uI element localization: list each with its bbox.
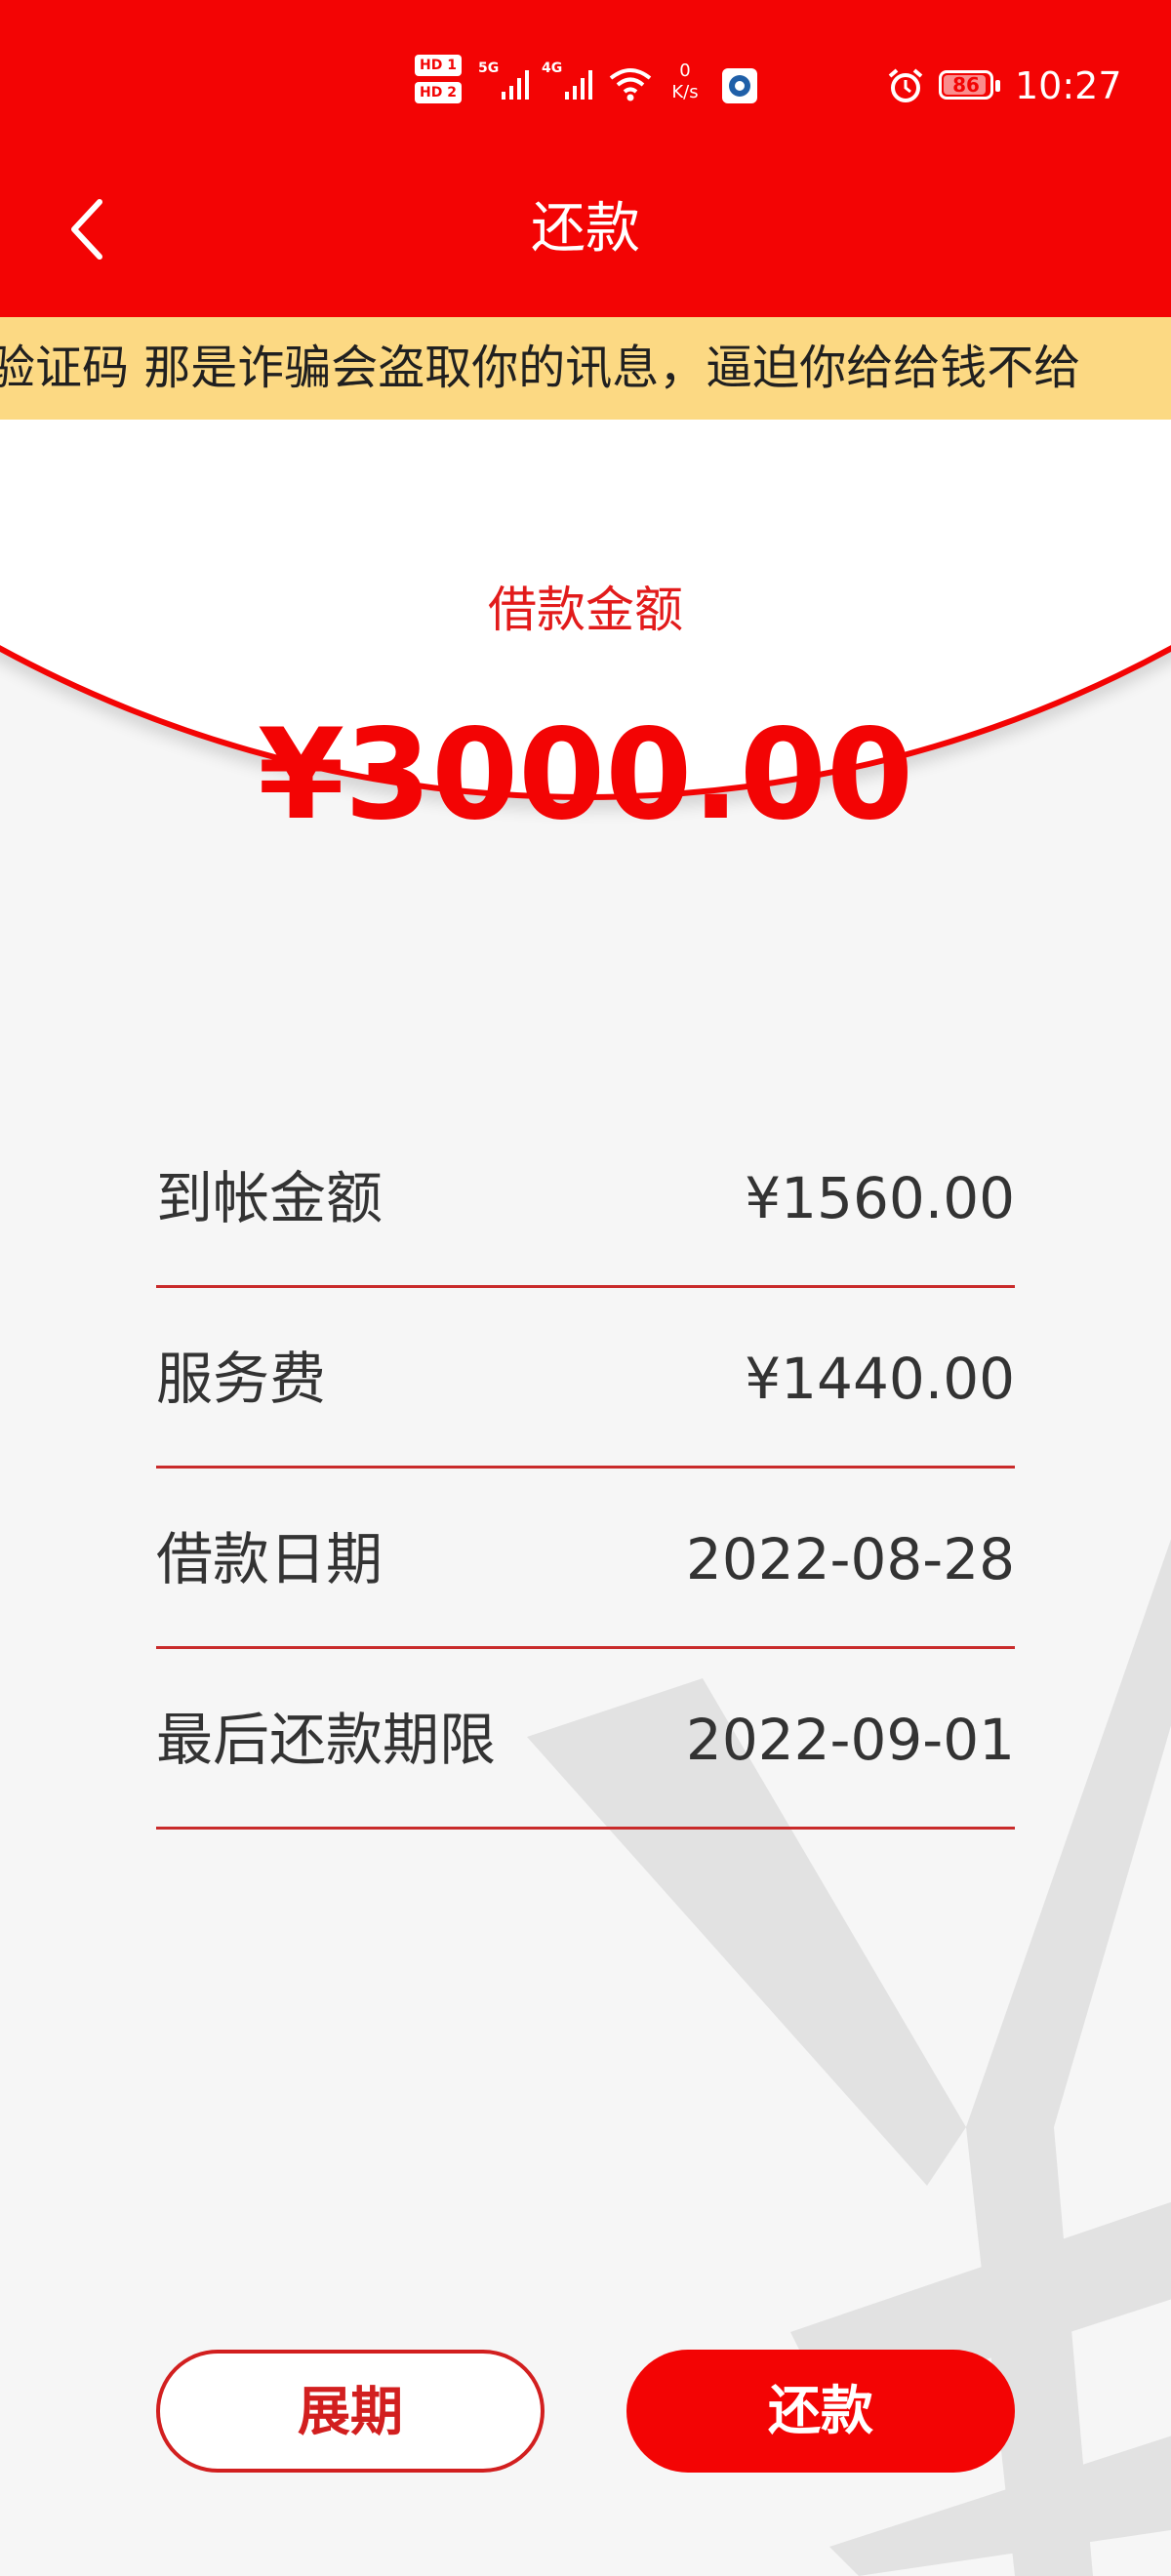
- network-rate: 0 K/s: [660, 60, 710, 103]
- battery-tip: [995, 80, 1000, 92]
- detail-row-loan-date: 借款日期 2022-08-28: [156, 1469, 1015, 1649]
- wifi-icon: [607, 64, 654, 107]
- hd-badges: HD 1 HD 2: [415, 55, 469, 113]
- network-rate-unit: K/s: [671, 82, 699, 102]
- detail-value: 2022-09-01: [685, 1707, 1015, 1773]
- alarm-icon: [886, 66, 925, 109]
- hd2-badge: HD 2: [415, 82, 462, 103]
- detail-label: 最后还款期限: [156, 1707, 497, 1773]
- loan-amount-value: ¥3000.00: [257, 703, 914, 848]
- notification-app-icon: [722, 68, 757, 103]
- detail-value: 2022-08-28: [685, 1526, 1015, 1592]
- detail-row-due-date: 最后还款期限 2022-09-01: [156, 1649, 1015, 1830]
- status-bar: HD 1 HD 2 5G 4G 0 K/s 86 10:27: [0, 0, 1171, 166]
- repay-button[interactable]: 还款: [626, 2350, 1015, 2473]
- hd1-badge: HD 1: [415, 55, 462, 76]
- detail-label: 借款日期: [156, 1526, 384, 1592]
- loan-details: 到帐金额 ¥1560.00 服务费 ¥1440.00 借款日期 2022-08-…: [156, 1107, 1015, 1830]
- loan-amount-label: 借款金额: [488, 582, 683, 638]
- detail-value: ¥1560.00: [745, 1165, 1015, 1231]
- detail-label: 到帐金额: [156, 1165, 384, 1231]
- battery-icon: 86: [939, 70, 1000, 100]
- detail-value: ¥1440.00: [745, 1346, 1015, 1412]
- detail-row-service-fee: 服务费 ¥1440.00: [156, 1288, 1015, 1469]
- page-title: 还款: [531, 197, 640, 261]
- network-rate-value: 0: [679, 60, 691, 81]
- notice-marquee: 验证码 那是诈骗会盗取你的讯息，逼迫你给给钱不给: [0, 317, 1171, 420]
- app-header: HD 1 HD 2 5G 4G 0 K/s 86 10:27 还款: [0, 0, 1171, 317]
- notice-text: 验证码 那是诈骗会盗取你的讯息，逼迫你给给钱不给: [0, 341, 1081, 395]
- detail-row-received: 到帐金额 ¥1560.00: [156, 1107, 1015, 1288]
- sim2-gen-label: 4G: [542, 60, 563, 76]
- extend-button[interactable]: 展期: [156, 2350, 545, 2473]
- battery-percent: 86: [952, 73, 980, 97]
- sim1-gen-label: 5G: [478, 60, 500, 76]
- clock: 10:27: [1015, 64, 1122, 107]
- detail-label: 服务费: [156, 1346, 327, 1412]
